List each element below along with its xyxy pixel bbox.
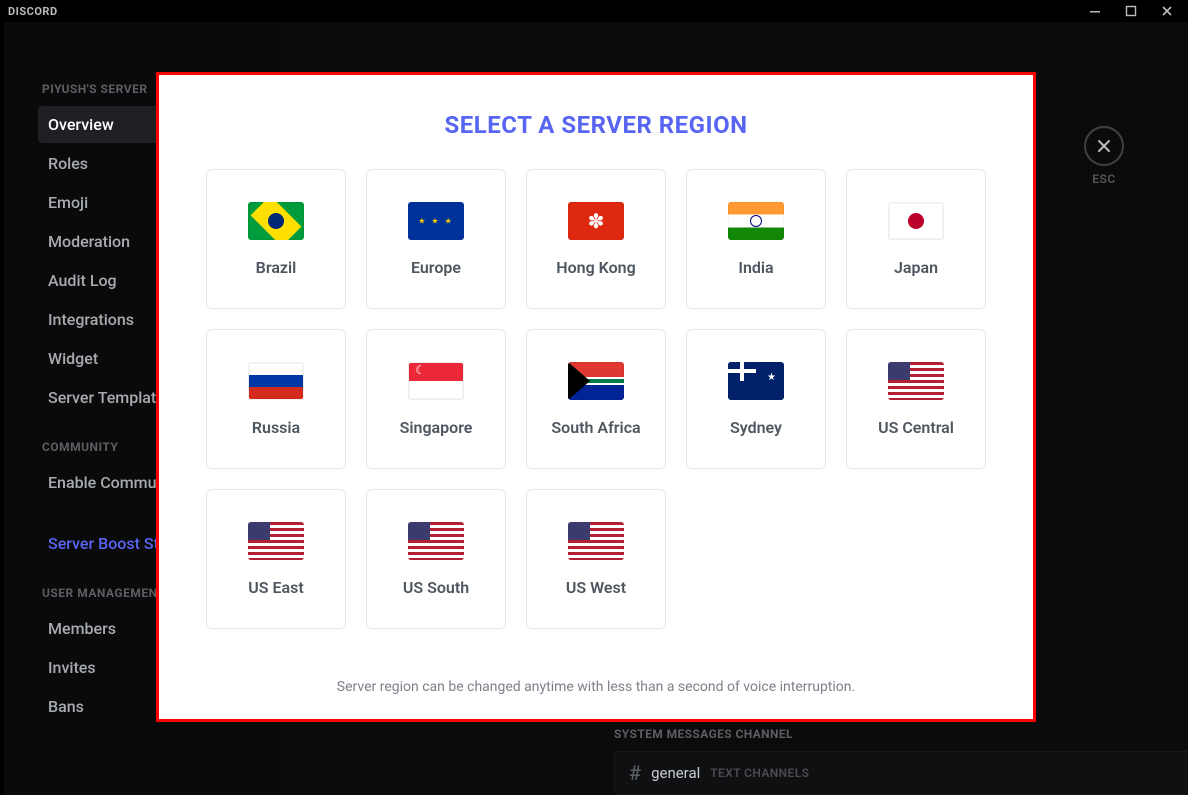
region-card-us-south[interactable]: US South bbox=[366, 489, 506, 629]
region-card-europe[interactable]: Europe bbox=[366, 169, 506, 309]
region-name: Singapore bbox=[400, 418, 473, 437]
region-card-south-africa[interactable]: South Africa bbox=[526, 329, 666, 469]
region-card-brazil[interactable]: Brazil bbox=[206, 169, 346, 309]
region-card-japan[interactable]: Japan bbox=[846, 169, 986, 309]
close-settings: ESC bbox=[1084, 126, 1124, 186]
app-brand: DISCORD bbox=[8, 5, 58, 18]
region-card-us-east[interactable]: US East bbox=[206, 489, 346, 629]
system-messages-label: SYSTEM MESSAGES CHANNEL bbox=[614, 727, 1188, 741]
flag-icon-japan bbox=[888, 202, 944, 240]
region-name: Brazil bbox=[256, 258, 297, 277]
flag-icon-us bbox=[888, 362, 944, 400]
flag-icon-singapore bbox=[408, 362, 464, 400]
region-name: Sydney bbox=[730, 418, 782, 437]
region-name: India bbox=[738, 258, 773, 277]
region-card-sydney[interactable]: Sydney bbox=[686, 329, 826, 469]
system-messages-select[interactable]: # general TEXT CHANNELS bbox=[614, 751, 1188, 795]
window-controls bbox=[1086, 2, 1180, 20]
modal-footer-text: Server region can be changed anytime wit… bbox=[205, 659, 987, 695]
flag-icon-us bbox=[568, 522, 624, 560]
system-messages-section: SYSTEM MESSAGES CHANNEL # general TEXT C… bbox=[614, 727, 1188, 795]
hash-icon: # bbox=[629, 761, 641, 785]
system-channel-name: general bbox=[651, 764, 700, 782]
region-card-hong-kong[interactable]: Hong Kong bbox=[526, 169, 666, 309]
flag-icon-russia bbox=[248, 362, 304, 400]
flag-icon-sa bbox=[568, 362, 624, 400]
region-card-us-central[interactable]: US Central bbox=[846, 329, 986, 469]
region-grid: Brazil Europe Hong Kong India Japan Russia Sin… bbox=[205, 169, 987, 629]
flag-icon-india bbox=[728, 202, 784, 240]
flag-icon-brazil bbox=[248, 202, 304, 240]
flag-icon-us bbox=[248, 522, 304, 560]
region-card-russia[interactable]: Russia bbox=[206, 329, 346, 469]
region-name: South Africa bbox=[551, 418, 640, 437]
flag-icon-hk bbox=[568, 202, 624, 240]
close-button[interactable] bbox=[1084, 126, 1124, 166]
region-card-singapore[interactable]: Singapore bbox=[366, 329, 506, 469]
region-name: US East bbox=[248, 578, 303, 597]
flag-icon-europe bbox=[408, 202, 464, 240]
region-name: Europe bbox=[411, 258, 461, 277]
region-name: Hong Kong bbox=[556, 258, 635, 277]
region-name: Japan bbox=[894, 258, 938, 277]
region-name: Russia bbox=[252, 418, 300, 437]
region-card-india[interactable]: India bbox=[686, 169, 826, 309]
window-maximize-icon[interactable] bbox=[1122, 2, 1140, 20]
region-name: US West bbox=[566, 578, 626, 597]
window-close-icon[interactable] bbox=[1158, 2, 1176, 20]
window-minimize-icon[interactable] bbox=[1086, 2, 1104, 20]
system-channel-category: TEXT CHANNELS bbox=[710, 766, 809, 780]
flag-icon-sydney bbox=[728, 362, 784, 400]
flag-icon-us bbox=[408, 522, 464, 560]
close-esc-label: ESC bbox=[1092, 172, 1115, 186]
region-modal: SELECT A SERVER REGION Brazil Europe Hong … bbox=[156, 72, 1036, 722]
region-name: US Central bbox=[878, 418, 954, 437]
modal-title: SELECT A SERVER REGION bbox=[205, 111, 987, 139]
titlebar: DISCORD bbox=[0, 0, 1188, 22]
region-name: US South bbox=[403, 578, 469, 597]
region-card-us-west[interactable]: US West bbox=[526, 489, 666, 629]
